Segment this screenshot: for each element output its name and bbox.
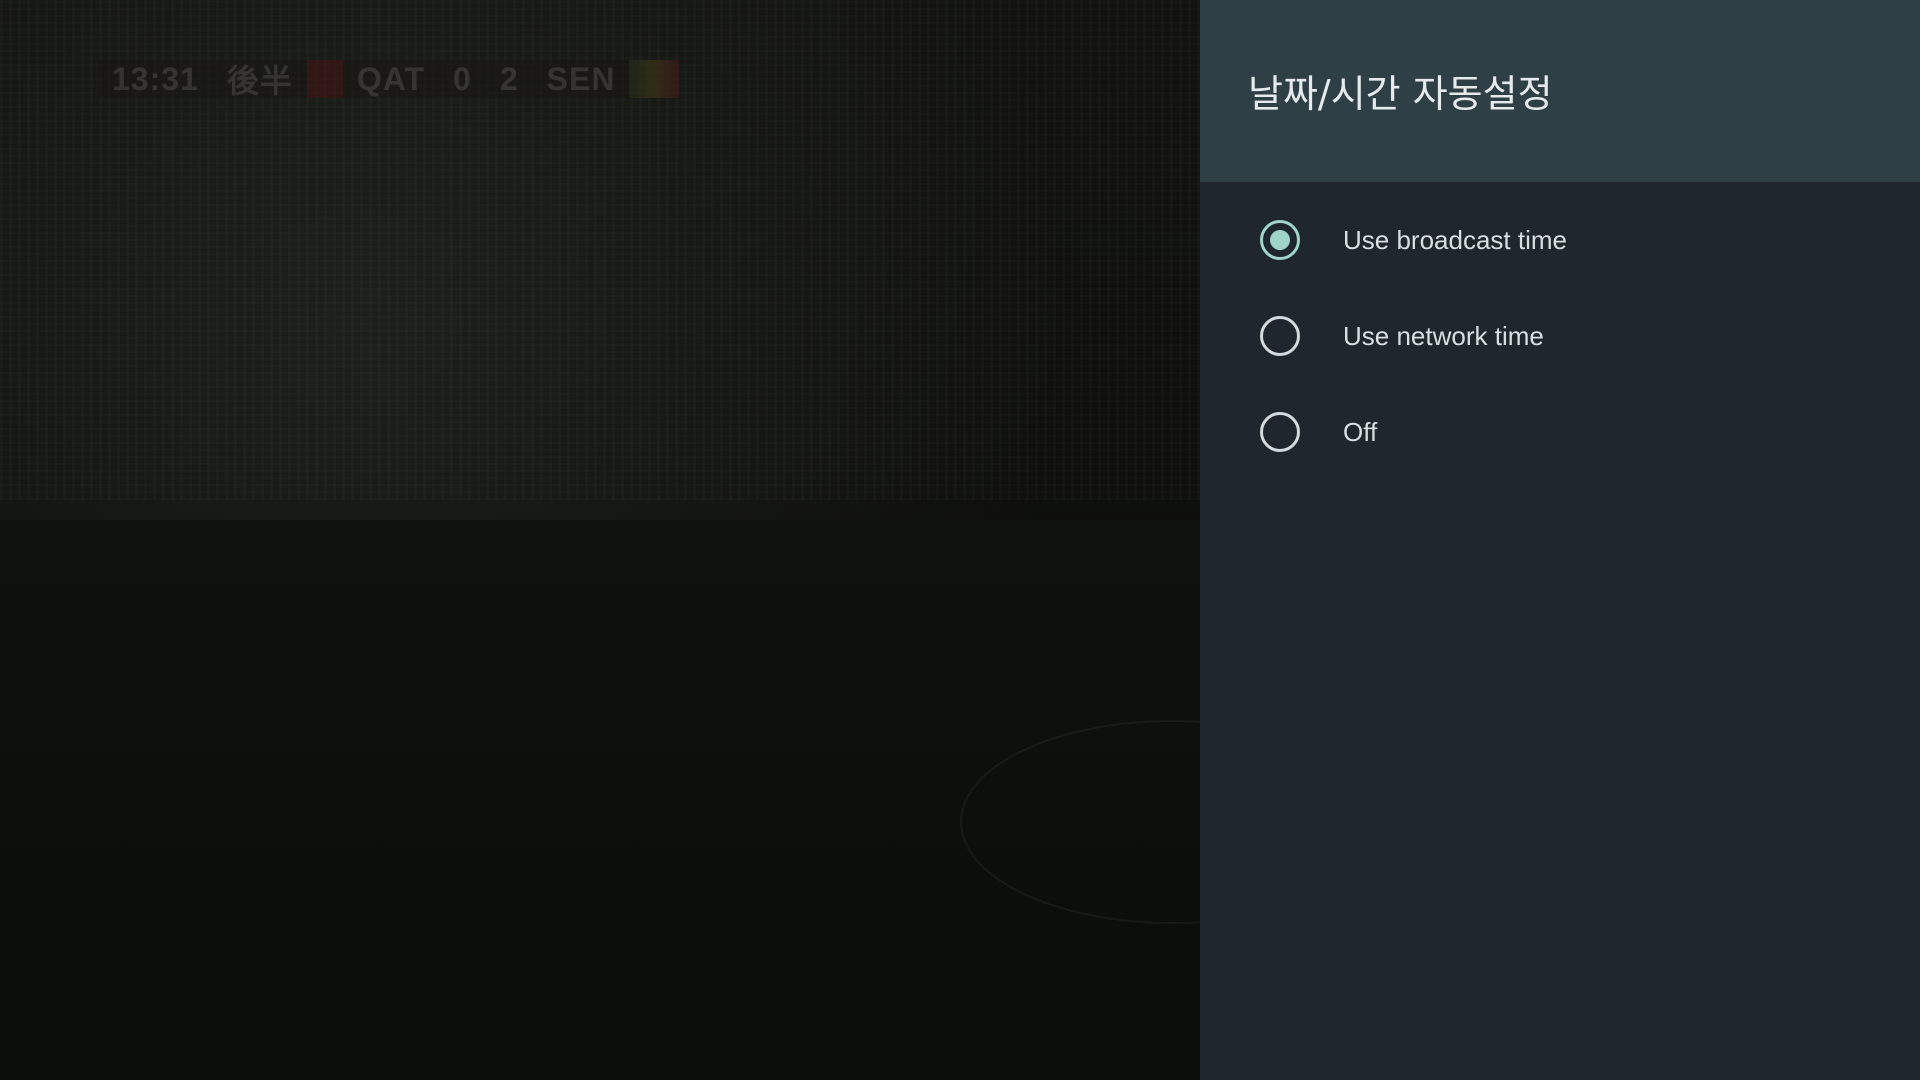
panel-title: 날짜/시간 자동설정 [1248,71,1553,116]
radio-unchecked-icon[interactable] [1260,316,1300,356]
home-score: 0 [453,60,472,97]
option-label: Off [1343,416,1378,447]
radio-checked-icon[interactable] [1260,220,1300,260]
option-use-network-time[interactable]: Use network time [1200,288,1920,384]
away-score: 2 [499,60,519,97]
home-team-color [306,60,343,98]
away-team-flag [629,60,680,98]
option-off[interactable]: Off [1200,384,1920,480]
panel-header: 날짜/시간 자동설정 [1200,0,1920,182]
match-period: 後半 [226,63,293,99]
settings-panel: 날짜/시간 자동설정 Use broadcast time Use networ… [1200,0,1920,1080]
tv-screen: 13:31 後半 QAT 0 2 SEN 날짜/시간 자동설정 Use broa… [0,0,1920,1080]
home-team: QAT [356,60,426,97]
dimmed-tv-broadcast: 13:31 後半 QAT 0 2 SEN [0,0,1200,1080]
radio-option-list: Use broadcast time Use network time Off [1200,182,1920,480]
option-label: Use network time [1343,320,1544,351]
radio-dot-icon [1270,230,1290,250]
option-use-broadcast-time[interactable]: Use broadcast time [1200,192,1920,288]
match-clock: 13:31 [112,60,199,97]
radio-unchecked-icon[interactable] [1260,412,1300,452]
option-label: Use broadcast time [1343,224,1567,255]
away-team: SEN [546,60,616,97]
scorebug: 13:31 後半 QAT 0 2 SEN [98,60,680,99]
